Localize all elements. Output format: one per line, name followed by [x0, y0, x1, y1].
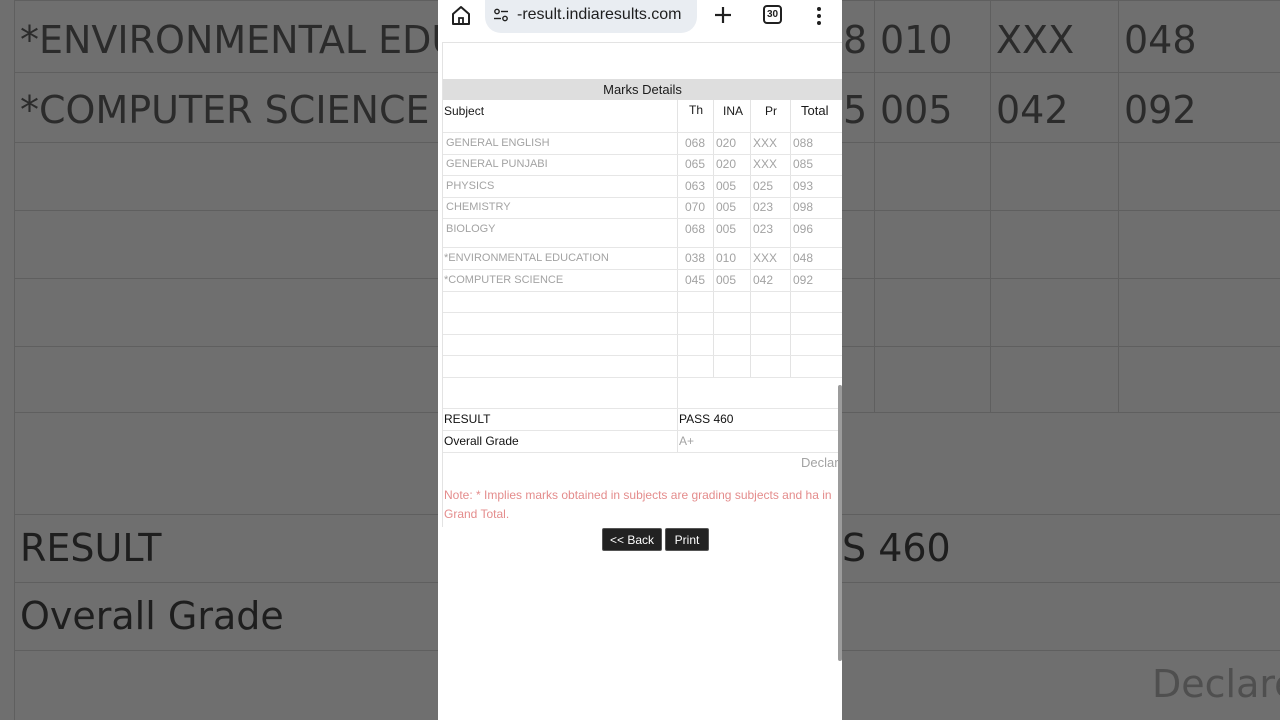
bg-text: S 460	[842, 526, 951, 570]
back-button[interactable]: << Back	[602, 528, 662, 551]
divider	[442, 42, 842, 43]
table-row-total: 048	[793, 251, 814, 265]
result-label: RESULT	[444, 412, 491, 426]
marks-details-heading: Marks Details	[443, 79, 842, 100]
table-row-th: 068	[685, 136, 706, 150]
result-value: PASS 460	[679, 412, 734, 426]
col-line	[750, 100, 751, 377]
row-line	[443, 312, 842, 313]
tab-count-icon[interactable]: 30	[763, 5, 782, 24]
table-row-th: 063	[685, 179, 706, 193]
address-bar[interactable]: -result.indiaresults.com	[485, 0, 697, 33]
more-vert-icon[interactable]	[808, 4, 830, 28]
overall-grade-label: Overall Grade	[444, 434, 519, 448]
table-row-th: 045	[685, 273, 706, 287]
table-row-ina: 005	[716, 273, 737, 287]
table-row-total: 092	[793, 273, 814, 287]
bg-col-line	[14, 0, 15, 720]
table-row-ina: 005	[716, 222, 737, 236]
table-row-subject: *ENVIRONMENTAL EDUCATION	[444, 252, 609, 264]
grading-note: Note: * Implies marks obtained in subjec…	[444, 488, 832, 521]
declared-text: Declare	[801, 455, 842, 470]
table-row-ina: 005	[716, 200, 737, 214]
table-row-subject: BIOLOGY	[446, 223, 496, 235]
table-row-ina: 010	[716, 251, 737, 265]
table-row-pr: 025	[753, 179, 774, 193]
table-row-total: 088	[793, 136, 814, 150]
row-line	[443, 197, 842, 198]
bg-text: 005	[880, 88, 953, 132]
col-line	[713, 100, 714, 377]
bg-col-line	[1118, 0, 1119, 412]
table-row-ina: 005	[716, 179, 737, 193]
bg-col-line	[874, 0, 875, 412]
col-header-pr: Pr	[765, 104, 777, 118]
phone-screen: -result.indiaresults.com 30 Marks Detail…	[438, 0, 842, 720]
row-line	[443, 175, 842, 176]
table-row-subject: PHYSICS	[446, 180, 495, 192]
print-button[interactable]: Print	[665, 528, 709, 551]
bg-text: Declare	[1152, 662, 1280, 706]
table-row-subject: CHEMISTRY	[446, 201, 511, 213]
table-row-subject: *COMPUTER SCIENCE	[444, 274, 564, 286]
bg-text: Overall Grade	[20, 594, 284, 638]
table-row-pr: 042	[753, 273, 774, 287]
col-header-total: Total	[801, 103, 829, 118]
table-row-total: 098	[793, 200, 814, 214]
col-header-th: Th	[689, 103, 704, 117]
table-row-th: 070	[685, 200, 706, 214]
bg-text: 8	[843, 18, 868, 62]
row-line	[443, 355, 842, 356]
table-row-pr: XXX	[753, 136, 778, 150]
table-row-pr: XXX	[753, 251, 778, 265]
row-line	[443, 334, 842, 335]
bg-col-line	[990, 0, 991, 412]
col-line	[677, 377, 678, 452]
bg-text: RESULT	[20, 526, 162, 570]
row-line	[443, 291, 842, 292]
row-line	[443, 377, 842, 378]
col-header-subject: Subject	[444, 104, 485, 118]
bg-text: 042	[996, 88, 1069, 132]
col-line	[790, 100, 791, 377]
table-row-ina: 020	[716, 136, 737, 150]
table-row-th: 065	[685, 157, 706, 171]
row-line	[443, 269, 842, 270]
bg-text: *COMPUTER SCIENCE	[20, 88, 430, 132]
url-text[interactable]: -result.indiaresults.com	[517, 6, 682, 24]
row-line	[443, 408, 842, 409]
table-row-total: 085	[793, 157, 814, 171]
table-row-ina: 020	[716, 157, 737, 171]
row-line	[443, 218, 842, 219]
row-line	[443, 132, 842, 133]
divider	[442, 42, 443, 527]
table-row-subject: GENERAL ENGLISH	[446, 137, 550, 149]
bg-text: 010	[880, 18, 953, 62]
overall-grade-value: A+	[679, 434, 695, 448]
table-row-th: 038	[685, 251, 706, 265]
col-line	[677, 100, 678, 377]
col-header-ina: INA	[723, 104, 744, 118]
tune-icon[interactable]	[493, 7, 509, 23]
table-row-total: 096	[793, 222, 814, 236]
bg-text: 5	[843, 88, 868, 132]
bg-text: XXX	[996, 18, 1075, 62]
scrollbar[interactable]	[838, 385, 842, 661]
table-row-th: 068	[685, 222, 706, 236]
row-line	[443, 452, 842, 453]
home-icon[interactable]	[448, 2, 474, 28]
browser-toolbar: -result.indiaresults.com 30	[438, 0, 842, 33]
bg-text: 092	[1124, 88, 1197, 132]
row-line	[443, 430, 842, 431]
row-line	[443, 154, 842, 155]
table-row-pr: 023	[753, 200, 774, 214]
row-line	[443, 247, 842, 248]
table-row-pr: XXX	[753, 157, 778, 171]
table-row-pr: 023	[753, 222, 774, 236]
bg-text: 048	[1124, 18, 1197, 62]
table-row-subject: GENERAL PUNJABI	[446, 158, 548, 170]
table-row-total: 093	[793, 179, 814, 193]
plus-icon[interactable]	[710, 2, 736, 28]
